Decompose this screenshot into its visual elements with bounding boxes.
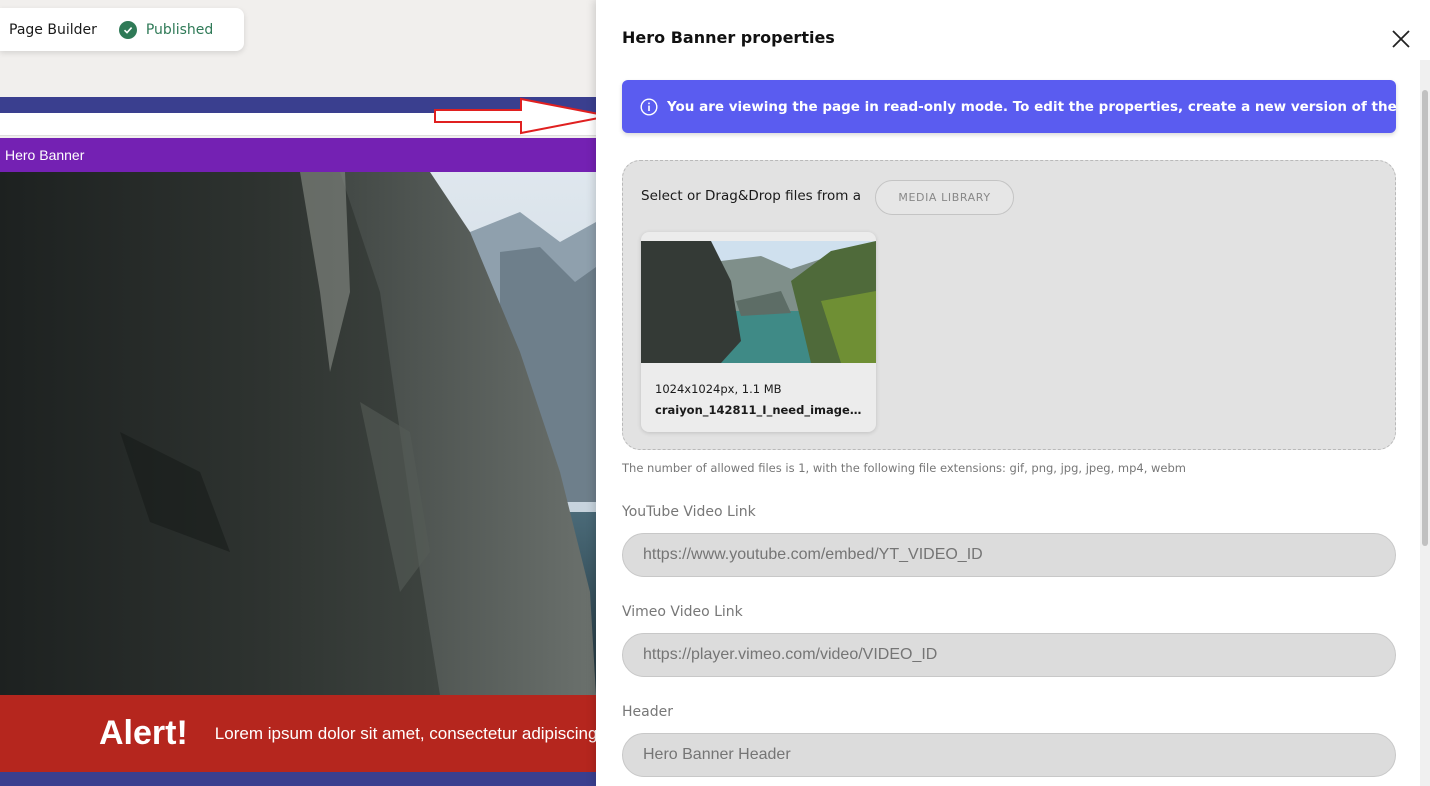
alert-message: Lorem ipsum dolor sit amet, consectetur … [214, 723, 596, 743]
close-icon[interactable] [1390, 28, 1412, 50]
header-label: Header [622, 704, 673, 720]
app-title: Page Builder [9, 21, 97, 38]
vimeo-link-input[interactable] [622, 633, 1396, 677]
properties-panel: Hero Banner properties You are viewing t… [596, 0, 1430, 786]
header-input[interactable] [622, 733, 1396, 777]
upload-hint: The number of allowed files is 1, with t… [622, 461, 1187, 475]
media-library-button[interactable]: MEDIA LIBRARY [875, 180, 1014, 215]
vimeo-link-label: Vimeo Video Link [622, 604, 743, 620]
uploaded-file-card[interactable]: 1024x1024px, 1.1 MB craiyon_142811_I_nee… [641, 232, 876, 432]
check-circle-icon [118, 20, 137, 39]
read-only-message: You are viewing the page in read-only mo… [667, 98, 1430, 115]
page-builder-status-bar: Page Builder Published [0, 8, 244, 51]
info-icon [640, 97, 658, 116]
dropzone-prompt: Select or Drag&Drop files from a [641, 188, 861, 204]
file-meta: 1024x1024px, 1.1 MB [655, 382, 782, 396]
file-name: craiyon_142811_I_need_image_of_a_fjord [655, 403, 865, 417]
youtube-link-label: YouTube Video Link [622, 504, 756, 520]
scrollbar-thumb[interactable] [1422, 90, 1428, 546]
file-dropzone[interactable]: Select or Drag&Drop files from a MEDIA L… [622, 160, 1396, 450]
hero-banner-image[interactable] [0, 172, 596, 695]
annotation-arrow-icon [434, 97, 610, 135]
hero-banner-block-label[interactable]: Hero Banner [0, 138, 596, 172]
footer-block[interactable] [0, 772, 596, 786]
alert-banner[interactable]: Alert! Lorem ipsum dolor sit amet, conse… [0, 695, 596, 772]
read-only-notice: You are viewing the page in read-only mo… [622, 80, 1430, 133]
youtube-link-input[interactable] [622, 533, 1396, 577]
alert-title: Alert! [99, 714, 188, 752]
file-thumbnail [641, 241, 876, 363]
panel-title: Hero Banner properties [622, 28, 835, 47]
publish-status: Published [145, 21, 214, 38]
